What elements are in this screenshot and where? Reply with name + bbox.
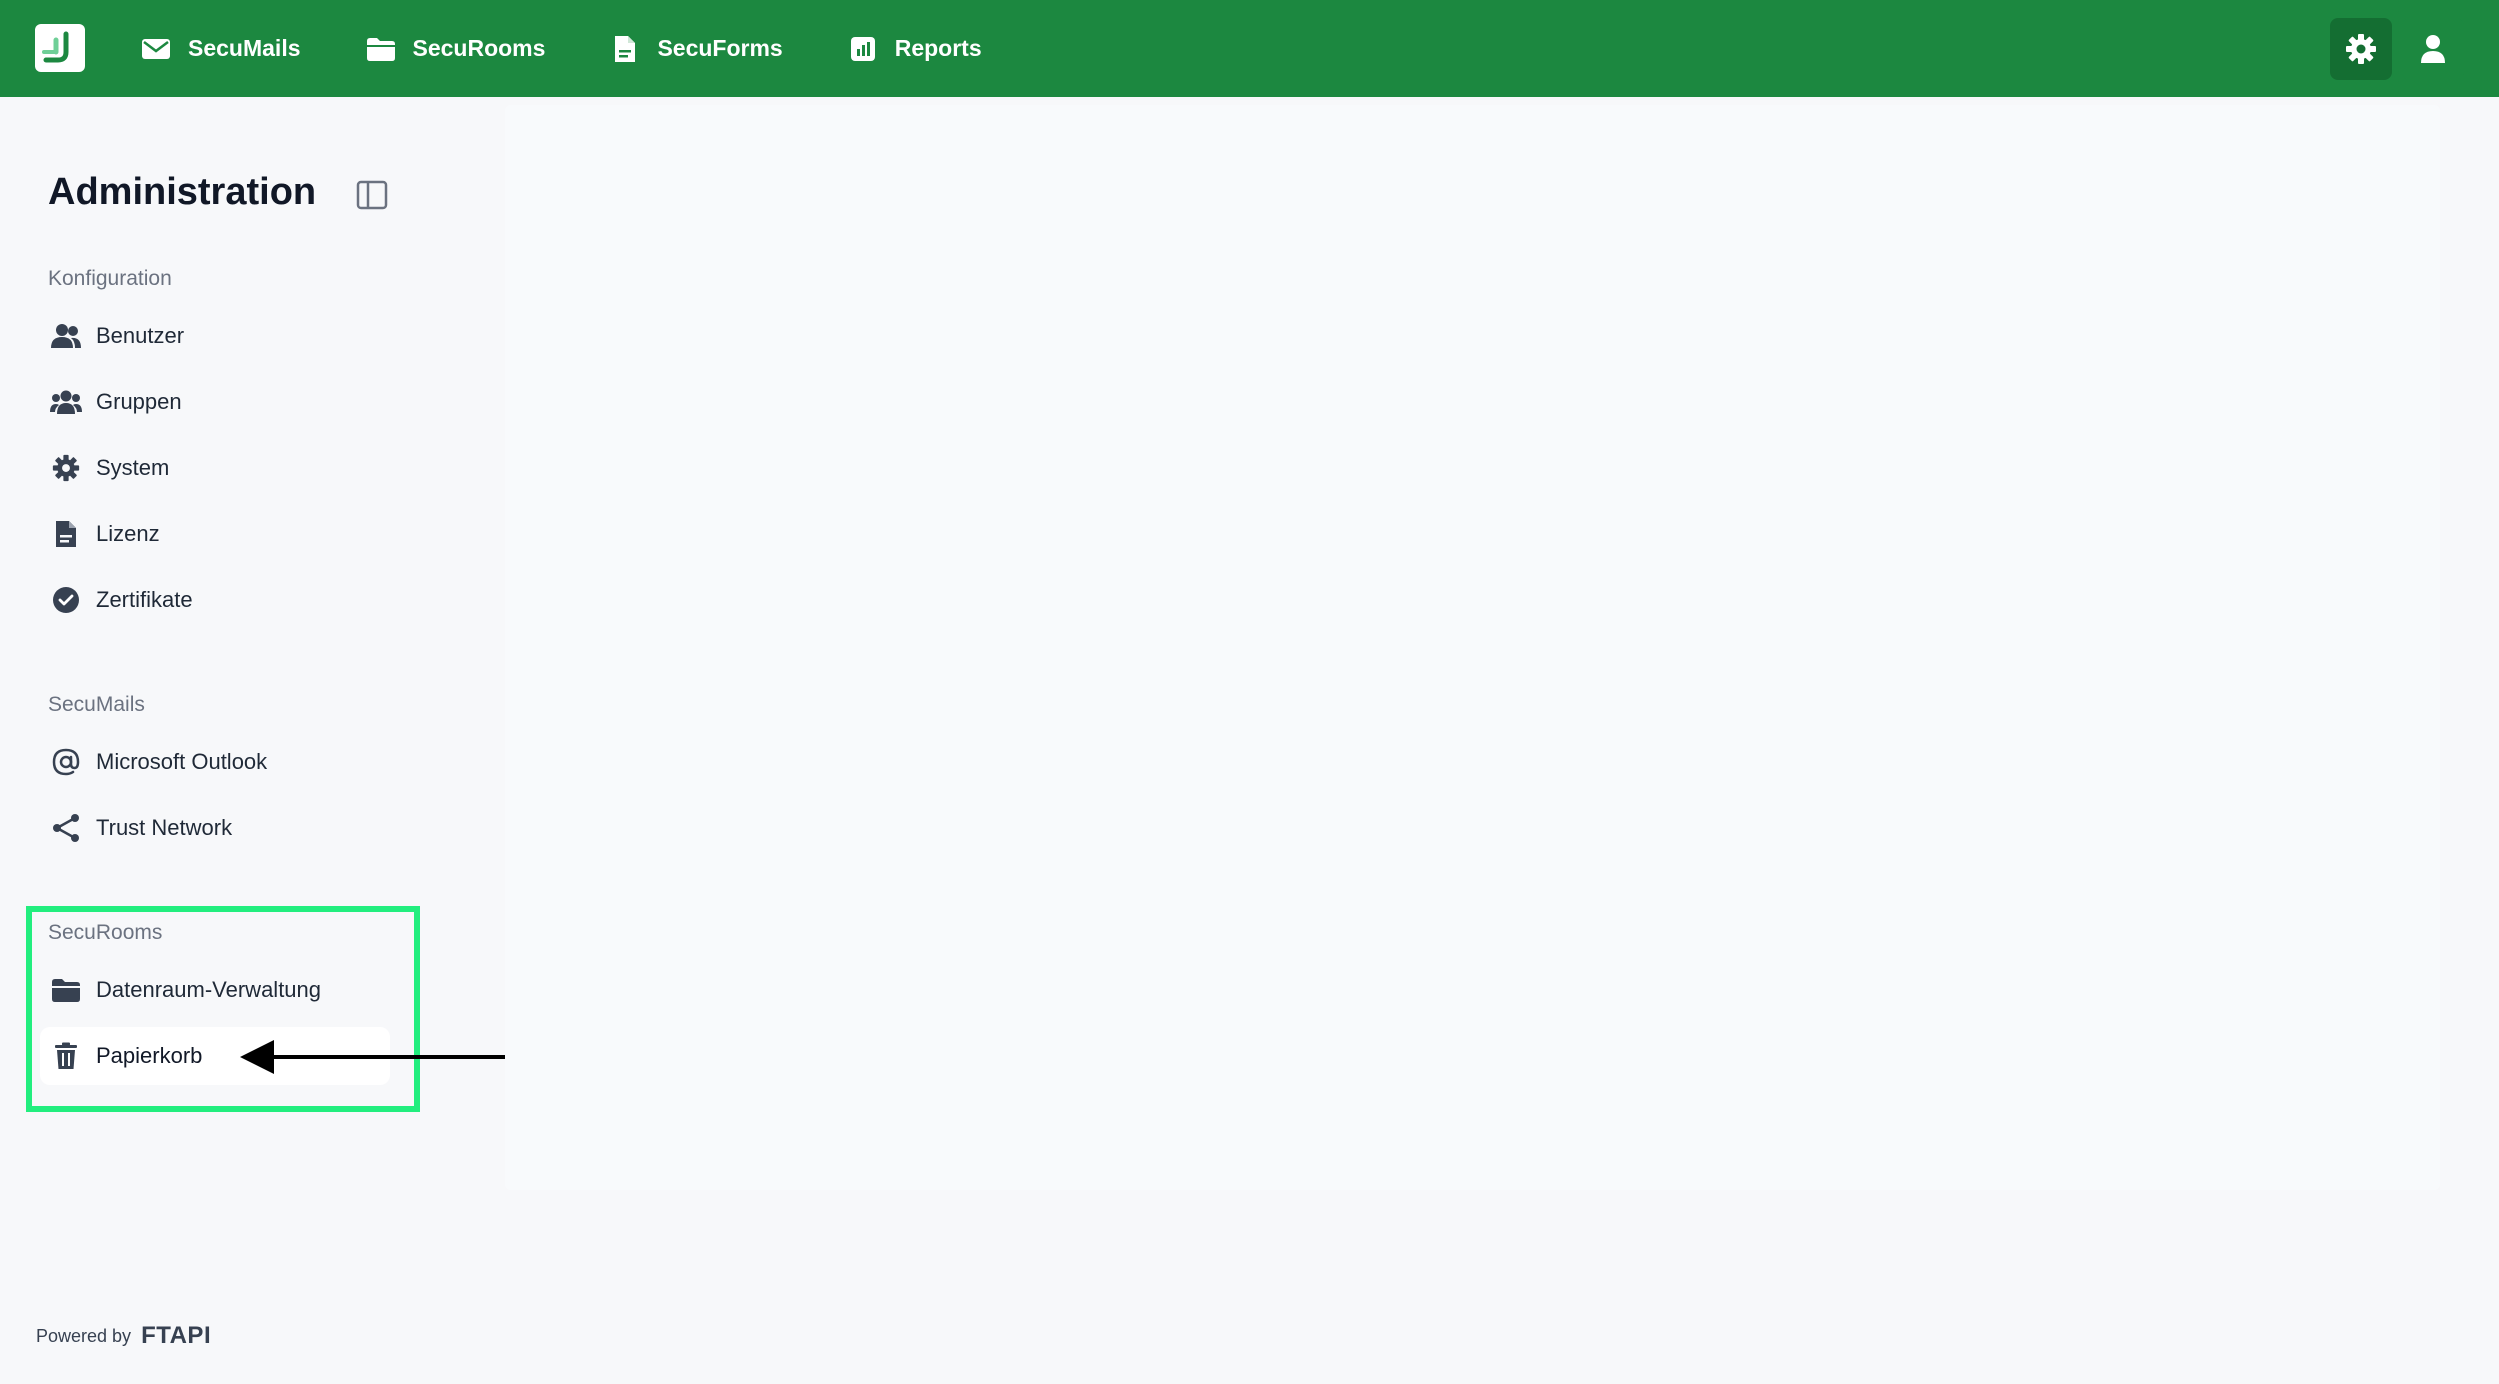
bar-chart-icon <box>847 33 879 65</box>
folder-icon <box>365 33 397 65</box>
sidebar-item-label: Benutzer <box>96 323 185 348</box>
nav-reports[interactable]: Reports <box>847 33 982 65</box>
user-icon <box>2421 35 2445 63</box>
footer-brand-logo: FTAPI <box>141 1322 212 1349</box>
gear-icon <box>2346 34 2376 64</box>
nav-secumails-label: SecuMails <box>188 35 301 61</box>
nav-secumails[interactable]: SecuMails <box>140 33 301 65</box>
sidebar-item-zertifikate[interactable]: Zertifikate <box>40 571 390 629</box>
nav-reports-label: Reports <box>894 35 982 61</box>
top-navigation-bar: SecuMails SecuRooms SecuForms Reports <box>0 0 2499 97</box>
trash-icon <box>40 1027 92 1085</box>
users-group-icon <box>40 373 92 431</box>
document-icon <box>40 505 92 563</box>
sidebar-item-label: Gruppen <box>96 389 182 414</box>
section-label-konfiguration: Konfiguration <box>48 267 172 290</box>
user-menu-button[interactable] <box>2402 18 2464 80</box>
sidebar-item-label: System <box>96 455 170 480</box>
sidebar-item-label: Lizenz <box>96 521 160 546</box>
sidebar-item-lizenz[interactable]: Lizenz <box>40 505 390 563</box>
document-icon <box>609 33 641 65</box>
powered-by: Powered by FTAPI <box>36 1322 211 1350</box>
sidebar-item-label: Papierkorb <box>96 1043 203 1068</box>
nav-secuforms-label: SecuForms <box>657 35 783 61</box>
powered-by-text: Powered by <box>36 1325 132 1346</box>
sidebar-item-benutzer[interactable]: Benutzer <box>40 307 390 365</box>
sidebar-toggle-icon <box>356 180 388 210</box>
sidebar-item-gruppen[interactable]: Gruppen <box>40 373 390 431</box>
at-sign-icon <box>40 733 92 791</box>
nav-securooms-label: SecuRooms <box>412 35 546 61</box>
sidebar-item-papierkorb[interactable]: Papierkorb <box>40 1027 390 1085</box>
main-content-area <box>505 105 2440 1190</box>
sidebar-item-label: Trust Network <box>96 815 233 840</box>
section-label-secumails: SecuMails <box>48 693 145 716</box>
sidebar-item-system[interactable]: System <box>40 439 390 497</box>
logo-icon <box>42 31 69 63</box>
gear-icon <box>40 439 92 497</box>
sidebar-item-label: Microsoft Outlook <box>96 749 268 774</box>
nav-securooms[interactable]: SecuRooms <box>365 33 546 65</box>
sidebar-item-label: Datenraum-Verwaltung <box>96 977 322 1002</box>
sidebar-item-datenraum-verwaltung[interactable]: Datenraum-Verwaltung <box>40 961 390 1019</box>
sidebar-item-microsoft-outlook[interactable]: Microsoft Outlook <box>40 733 390 791</box>
sidebar-item-trust-network[interactable]: Trust Network <box>40 799 390 857</box>
admin-sidebar: Administration Konfiguration Benutzer Gr… <box>0 97 500 1384</box>
envelope-icon <box>140 33 172 65</box>
main-nav: SecuMails SecuRooms SecuForms Reports <box>140 0 1046 97</box>
app-logo[interactable] <box>35 24 85 72</box>
nav-secuforms[interactable]: SecuForms <box>609 33 783 65</box>
sidebar-item-label: Zertifikate <box>96 587 193 612</box>
folder-icon <box>40 961 92 1019</box>
collapse-sidebar-button[interactable] <box>352 175 392 215</box>
settings-button[interactable] <box>2330 18 2392 80</box>
user-pair-icon <box>40 307 92 365</box>
page-title: Administration <box>48 171 317 213</box>
section-label-securooms: SecuRooms <box>48 921 163 944</box>
share-icon <box>40 799 92 857</box>
check-badge-icon <box>40 571 92 629</box>
